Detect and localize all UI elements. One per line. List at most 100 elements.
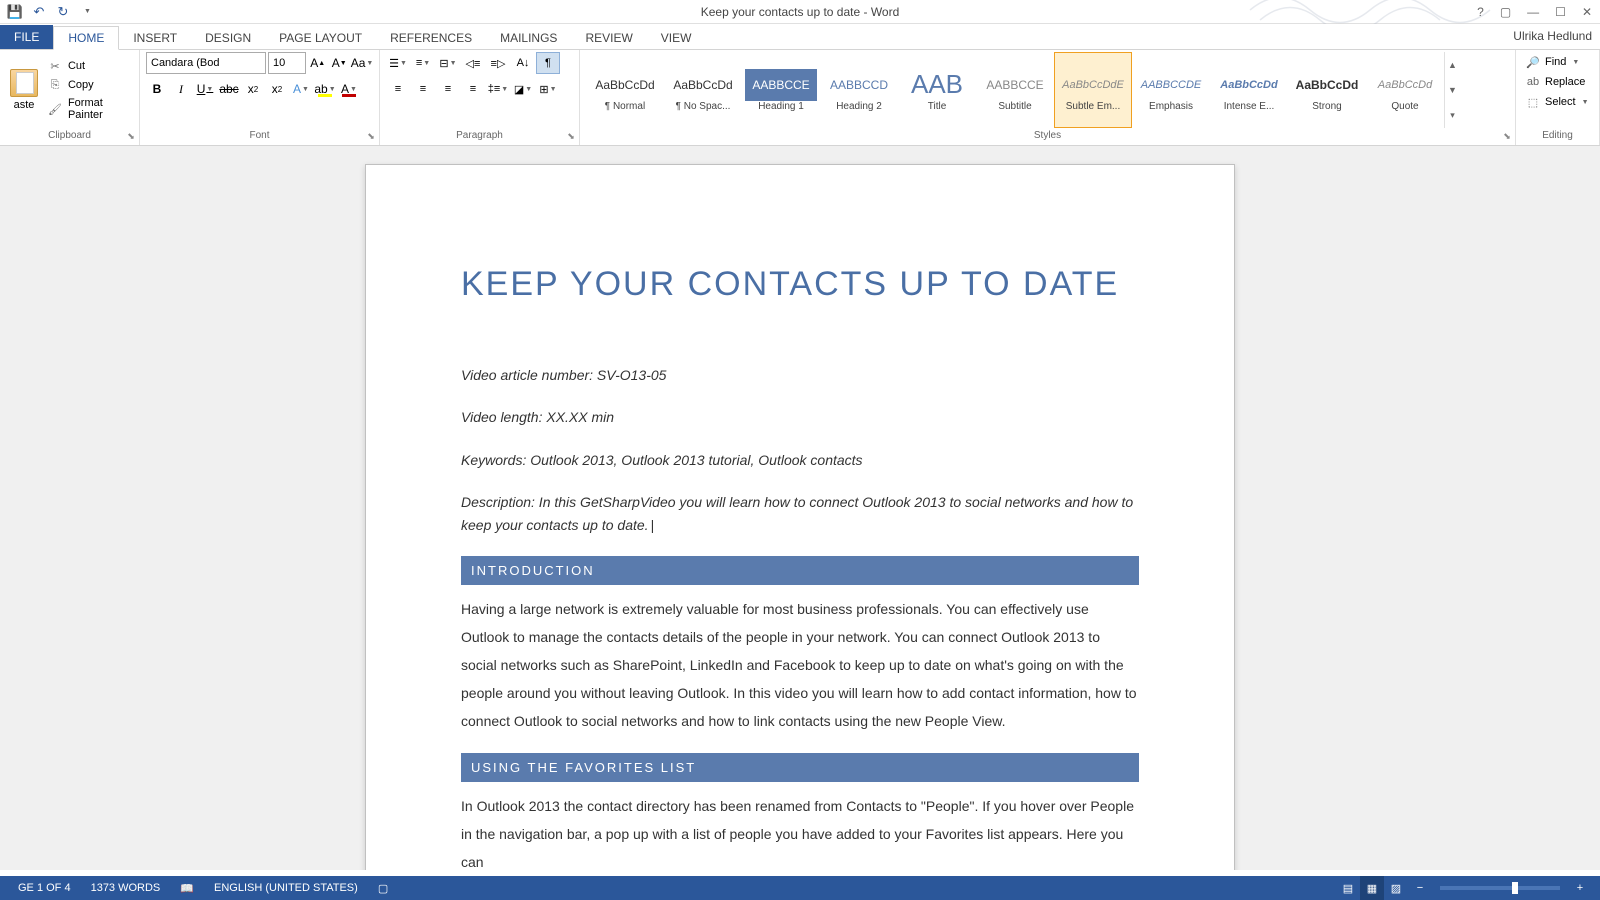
zoom-in-button[interactable]: + xyxy=(1568,876,1592,900)
shrink-font-button[interactable]: A▼ xyxy=(330,52,350,74)
style-item[interactable]: AaBbCcDd¶ Normal xyxy=(586,52,664,128)
italic-button[interactable]: I xyxy=(170,78,192,100)
section-header-favorites[interactable]: USING THE FAVORITES LIST xyxy=(461,753,1139,782)
grow-font-button[interactable]: A▲ xyxy=(308,52,328,74)
style-preview: AaBbCcDd xyxy=(1213,69,1285,101)
shading-button[interactable]: ◪▼ xyxy=(511,78,535,100)
section-header-intro[interactable]: INTRODUCTION xyxy=(461,556,1139,585)
borders-button[interactable]: ⊞▼ xyxy=(536,78,560,100)
subscript-button[interactable]: x2 xyxy=(242,78,264,100)
style-item[interactable]: AABBCCDHeading 2 xyxy=(820,52,898,128)
style-item[interactable]: AaBbCcDdStrong xyxy=(1288,52,1366,128)
style-item[interactable]: AaBbCcDdIntense E... xyxy=(1210,52,1288,128)
line-spacing-button[interactable]: ‡≡▼ xyxy=(486,78,510,100)
page[interactable]: KEEP YOUR CONTACTS UP TO DATE Video arti… xyxy=(365,164,1235,870)
web-layout-button[interactable]: ▨ xyxy=(1384,876,1408,900)
save-button[interactable]: 💾 xyxy=(4,2,26,22)
change-case-button[interactable]: Aa▼ xyxy=(351,52,373,74)
align-left-button[interactable]: ≡ xyxy=(386,78,410,100)
styles-down[interactable]: ▼ xyxy=(1445,77,1460,102)
tab-mailings[interactable]: MAILINGS xyxy=(486,27,571,49)
document-canvas[interactable]: KEEP YOUR CONTACTS UP TO DATE Video arti… xyxy=(0,146,1600,870)
maximize-button[interactable]: ☐ xyxy=(1551,5,1570,19)
align-right-button[interactable]: ≡ xyxy=(436,78,460,100)
tab-insert[interactable]: INSERT xyxy=(119,27,191,49)
tab-references[interactable]: REFERENCES xyxy=(376,27,486,49)
qat-customize[interactable]: ▼ xyxy=(76,2,98,22)
styles-launcher[interactable]: ⬊ xyxy=(1501,131,1513,143)
zoom-out-button[interactable]: − xyxy=(1408,876,1432,900)
styles-more[interactable]: ▾ xyxy=(1445,103,1460,128)
highlight-button[interactable]: ab▼ xyxy=(314,78,336,100)
style-item[interactable]: AaBbCcDdQuote xyxy=(1366,52,1444,128)
repeat-button[interactable]: ↻ xyxy=(52,2,74,22)
section-body-favorites[interactable]: In Outlook 2013 the contact directory ha… xyxy=(461,792,1139,870)
font-name-input[interactable] xyxy=(146,52,266,74)
style-preview: AaBbCcDd xyxy=(667,69,739,101)
tab-home[interactable]: HOME xyxy=(53,26,119,50)
spelling-icon[interactable]: 📖 xyxy=(170,876,204,900)
sort-button[interactable]: A↓ xyxy=(511,52,535,74)
align-center-button[interactable]: ≡ xyxy=(411,78,435,100)
tab-review[interactable]: REVIEW xyxy=(571,27,646,49)
font-color-button[interactable]: A▼ xyxy=(338,78,360,100)
user-name[interactable]: Ulrika Hedlund xyxy=(1513,29,1592,43)
tab-view[interactable]: VIEW xyxy=(647,27,706,49)
copy-button[interactable]: ⎘ Copy xyxy=(46,77,133,93)
zoom-thumb[interactable] xyxy=(1512,882,1518,894)
doc-meta-length[interactable]: Video length: XX.XX min xyxy=(461,406,1139,428)
doc-meta-description[interactable]: Description: In this GetSharpVideo you w… xyxy=(461,491,1139,536)
font-size-input[interactable] xyxy=(268,52,306,74)
macro-icon[interactable]: ▢ xyxy=(368,876,398,900)
undo-button[interactable]: ↶ xyxy=(28,2,50,22)
tab-page-layout[interactable]: PAGE LAYOUT xyxy=(265,27,376,49)
ribbon-display-button[interactable]: ▢ xyxy=(1496,5,1515,19)
paste-button[interactable]: aste xyxy=(6,52,42,128)
section-body-intro[interactable]: Having a large network is extremely valu… xyxy=(461,595,1139,735)
bullets-button[interactable]: ☰▼ xyxy=(386,52,410,74)
find-button[interactable]: 🔎 Find▼ xyxy=(1522,52,1593,72)
show-marks-button[interactable]: ¶ xyxy=(536,52,560,74)
style-item[interactable]: AABBCCESubtitle xyxy=(976,52,1054,128)
style-item[interactable]: AABBCCDEEmphasis xyxy=(1132,52,1210,128)
style-item[interactable]: AABBCCEHeading 1 xyxy=(742,52,820,128)
tab-design[interactable]: DESIGN xyxy=(191,27,265,49)
styles-up[interactable]: ▲ xyxy=(1445,52,1460,77)
bold-button[interactable]: B xyxy=(146,78,168,100)
paragraph-launcher[interactable]: ⬊ xyxy=(565,131,577,143)
multilevel-button[interactable]: ⊟▼ xyxy=(436,52,460,74)
group-label: Paragraph xyxy=(386,128,573,143)
style-name: Heading 2 xyxy=(823,101,895,112)
superscript-button[interactable]: x2 xyxy=(266,78,288,100)
style-item[interactable]: AABTitle xyxy=(898,52,976,128)
increase-indent-button[interactable]: ≡▷ xyxy=(486,52,510,74)
style-item[interactable]: AaBbCcDdESubtle Em... xyxy=(1054,52,1132,128)
doc-meta-keywords[interactable]: Keywords: Outlook 2013, Outlook 2013 tut… xyxy=(461,449,1139,471)
doc-title[interactable]: KEEP YOUR CONTACTS UP TO DATE xyxy=(461,265,1139,304)
cut-button[interactable]: ✂ Cut xyxy=(46,58,133,74)
language[interactable]: ENGLISH (UNITED STATES) xyxy=(204,876,368,900)
clipboard-launcher[interactable]: ⬊ xyxy=(125,131,137,143)
word-count[interactable]: 1373 WORDS xyxy=(81,876,171,900)
zoom-slider[interactable] xyxy=(1440,886,1560,890)
titlebar: 💾 ↶ ↻ ▼ Keep your contacts up to date - … xyxy=(0,0,1600,24)
font-launcher[interactable]: ⬊ xyxy=(365,131,377,143)
help-button[interactable]: ? xyxy=(1473,5,1488,19)
page-number[interactable]: GE 1 OF 4 xyxy=(8,876,81,900)
decrease-indent-button[interactable]: ◁≡ xyxy=(461,52,485,74)
style-item[interactable]: AaBbCcDd¶ No Spac... xyxy=(664,52,742,128)
format-painter-button[interactable]: 🖌 Format Painter xyxy=(46,96,133,122)
tab-file[interactable]: FILE xyxy=(0,25,53,49)
doc-meta-article-number[interactable]: Video article number: SV-O13-05 xyxy=(461,364,1139,386)
print-layout-button[interactable]: ▦ xyxy=(1360,876,1384,900)
justify-button[interactable]: ≡ xyxy=(461,78,485,100)
read-mode-button[interactable]: ▤ xyxy=(1336,876,1360,900)
close-button[interactable]: ✕ xyxy=(1578,5,1596,19)
replace-button[interactable]: ab Replace xyxy=(1522,72,1593,92)
strikethrough-button[interactable]: abc xyxy=(218,78,240,100)
minimize-button[interactable]: — xyxy=(1523,5,1543,19)
underline-button[interactable]: U▼ xyxy=(194,78,216,100)
text-effects-button[interactable]: A▼ xyxy=(290,78,312,100)
numbering-button[interactable]: ≡▼ xyxy=(411,52,435,74)
select-button[interactable]: ⬚ Select▼ xyxy=(1522,92,1593,112)
